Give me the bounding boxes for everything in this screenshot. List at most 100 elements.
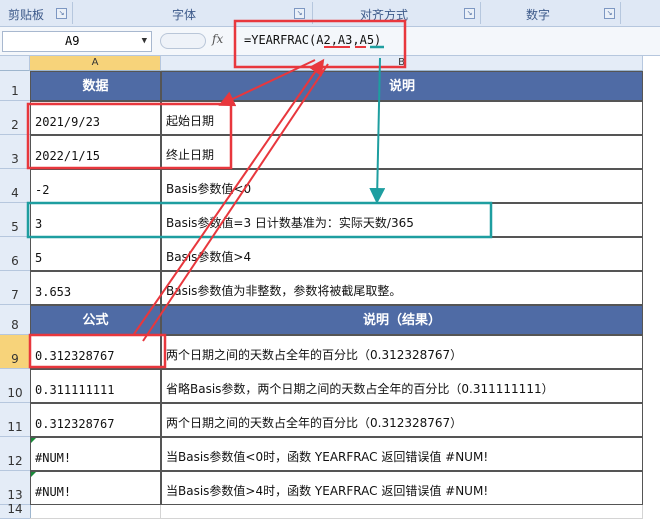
column-header-b[interactable]: B: [161, 56, 643, 71]
row-header-10[interactable]: 10: [0, 369, 31, 403]
ribbon-group-number[interactable]: 数字 ↘: [482, 0, 618, 26]
cell-a2[interactable]: 2021/9/23: [30, 101, 161, 135]
cell-value: -2: [35, 183, 50, 197]
dialog-launcher-icon[interactable]: ↘: [464, 8, 475, 19]
cell-value: 当Basis参数值<0时，函数 YEARFRAC 返回错误值 #NUM!: [166, 450, 489, 464]
row-header-9[interactable]: 9: [0, 335, 31, 369]
row-number: 14: [7, 502, 23, 516]
row-header-8[interactable]: 8: [0, 305, 31, 335]
cell-value: 两个日期之间的天数占全年的百分比（0.312328767）: [166, 416, 463, 430]
cell-a1[interactable]: 数据: [30, 71, 161, 101]
cell-b6[interactable]: Basis参数值>4: [161, 237, 643, 271]
cell-a13[interactable]: #NUM!: [30, 471, 161, 505]
ribbon-group-label: 字体: [172, 8, 197, 22]
ribbon-divider: [480, 2, 481, 24]
row-number: 9: [11, 352, 19, 366]
ribbon-divider: [72, 2, 73, 24]
row-header-6[interactable]: 6: [0, 237, 31, 271]
ribbon-group-label: 数字: [526, 8, 551, 22]
cell-a6[interactable]: 5: [30, 237, 161, 271]
cell-a10[interactable]: 0.311111111: [30, 369, 161, 403]
row-number: 12: [7, 454, 23, 468]
cell-b10[interactable]: 省略Basis参数，两个日期之间的天数占全年的百分比（0.311111111）: [161, 369, 643, 403]
formula-bar: A9 ▼ fx =YEARFRAC(A2,A3,A5): [0, 27, 660, 56]
row-header-2[interactable]: 2: [0, 101, 31, 135]
formula-input[interactable]: =YEARFRAC(A2,A3,A5): [244, 33, 381, 47]
cell-a11[interactable]: 0.312328767: [30, 403, 161, 437]
row-header-3[interactable]: 3: [0, 135, 31, 169]
row-header-13[interactable]: 13: [0, 471, 31, 505]
cell-a8[interactable]: 公式: [30, 305, 161, 335]
row-number: 8: [11, 318, 19, 332]
error-indicator-icon[interactable]: [31, 472, 36, 477]
cell-value: 2021/9/23: [35, 115, 101, 129]
row-number: 6: [11, 254, 19, 268]
cell-value: 0.311111111: [35, 383, 115, 397]
cell-b13[interactable]: 当Basis参数值>4时，函数 YEARFRAC 返回错误值 #NUM!: [161, 471, 643, 505]
header-label: 说明（结果）: [362, 313, 441, 328]
error-indicator-icon[interactable]: [31, 438, 36, 443]
cell-b4[interactable]: Basis参数值<0: [161, 169, 643, 203]
cell-b14[interactable]: [161, 505, 643, 519]
ribbon-group-font[interactable]: 字体 ↘: [74, 0, 310, 26]
insert-function-button[interactable]: fx: [212, 32, 223, 46]
cell-value: 起始日期: [166, 114, 215, 128]
cell-a5[interactable]: 3: [30, 203, 161, 237]
ribbon-divider: [620, 2, 621, 24]
select-all-corner[interactable]: [0, 56, 30, 71]
name-box-value: A9: [65, 34, 80, 48]
ribbon-group-label: 对齐方式: [360, 8, 409, 22]
chevron-down-icon[interactable]: ▼: [142, 32, 147, 51]
cell-value: 2022/1/15: [35, 149, 101, 163]
cell-value: 0.312328767: [35, 417, 115, 431]
dialog-launcher-icon[interactable]: ↘: [604, 8, 615, 19]
row-header-4[interactable]: 4: [0, 169, 31, 203]
row-number: 13: [7, 488, 23, 502]
cell-value: #NUM!: [35, 485, 72, 499]
header-label: 数据: [82, 79, 109, 94]
column-header-a[interactable]: A: [30, 56, 161, 71]
cell-value: #NUM!: [35, 451, 72, 465]
ribbon-group-alignment[interactable]: 对齐方式 ↘: [314, 0, 478, 26]
row-number: 1: [11, 84, 19, 98]
cell-a7[interactable]: 3.653: [30, 271, 161, 305]
cell-b9[interactable]: 两个日期之间的天数占全年的百分比（0.312328767）: [161, 335, 643, 369]
cell-a9[interactable]: 0.312328767: [30, 335, 161, 369]
cell-b11[interactable]: 两个日期之间的天数占全年的百分比（0.312328767）: [161, 403, 643, 437]
cell-b3[interactable]: 终止日期: [161, 135, 643, 169]
dialog-launcher-icon[interactable]: ↘: [294, 8, 305, 19]
dialog-launcher-icon[interactable]: ↘: [56, 8, 67, 19]
cell-value: Basis参数值>4: [166, 250, 252, 264]
row-number: 3: [11, 152, 19, 166]
row-header-14[interactable]: 14: [0, 502, 31, 519]
cell-value: 0.312328767: [35, 349, 115, 363]
cell-b7[interactable]: Basis参数值为非整数，参数将被截尾取整。: [161, 271, 643, 305]
cell-value: Basis参数值为非整数，参数将被截尾取整。: [166, 284, 402, 298]
ribbon-group-clipboard[interactable]: 剪贴板 ↘: [4, 0, 70, 26]
cell-value: 5: [35, 251, 43, 265]
cell-value: 3.653: [35, 285, 72, 299]
row-header-12[interactable]: 12: [0, 437, 31, 471]
row-header-7[interactable]: 7: [0, 271, 31, 305]
cell-a14[interactable]: [30, 505, 161, 519]
formula-bar-resize-handle[interactable]: [160, 33, 206, 49]
cell-a12[interactable]: #NUM!: [30, 437, 161, 471]
row-header-11[interactable]: 11: [0, 403, 31, 437]
cell-a3[interactable]: 2022/1/15: [30, 135, 161, 169]
row-number: 5: [11, 220, 19, 234]
row-header-5[interactable]: 5: [0, 203, 31, 237]
cell-b2[interactable]: 起始日期: [161, 101, 643, 135]
cell-b1[interactable]: 说明: [161, 71, 643, 101]
cell-value: Basis参数值=3 日计数基准为：实际天数/365: [166, 216, 414, 230]
cell-value: 当Basis参数值>4时，函数 YEARFRAC 返回错误值 #NUM!: [166, 484, 489, 498]
cell-value: 省略Basis参数，两个日期之间的天数占全年的百分比（0.311111111）: [166, 382, 554, 396]
row-number: 7: [11, 288, 19, 302]
cell-value: 两个日期之间的天数占全年的百分比（0.312328767）: [166, 348, 463, 362]
cell-b8[interactable]: 说明（结果）: [161, 305, 643, 335]
cell-a4[interactable]: -2: [30, 169, 161, 203]
cell-b12[interactable]: 当Basis参数值<0时，函数 YEARFRAC 返回错误值 #NUM!: [161, 437, 643, 471]
row-header-1[interactable]: 1: [0, 71, 31, 101]
ribbon: 剪贴板 ↘ 字体 ↘ 对齐方式 ↘ 数字 ↘: [0, 0, 660, 27]
name-box[interactable]: A9 ▼: [2, 31, 152, 52]
cell-b5[interactable]: Basis参数值=3 日计数基准为：实际天数/365: [161, 203, 643, 237]
